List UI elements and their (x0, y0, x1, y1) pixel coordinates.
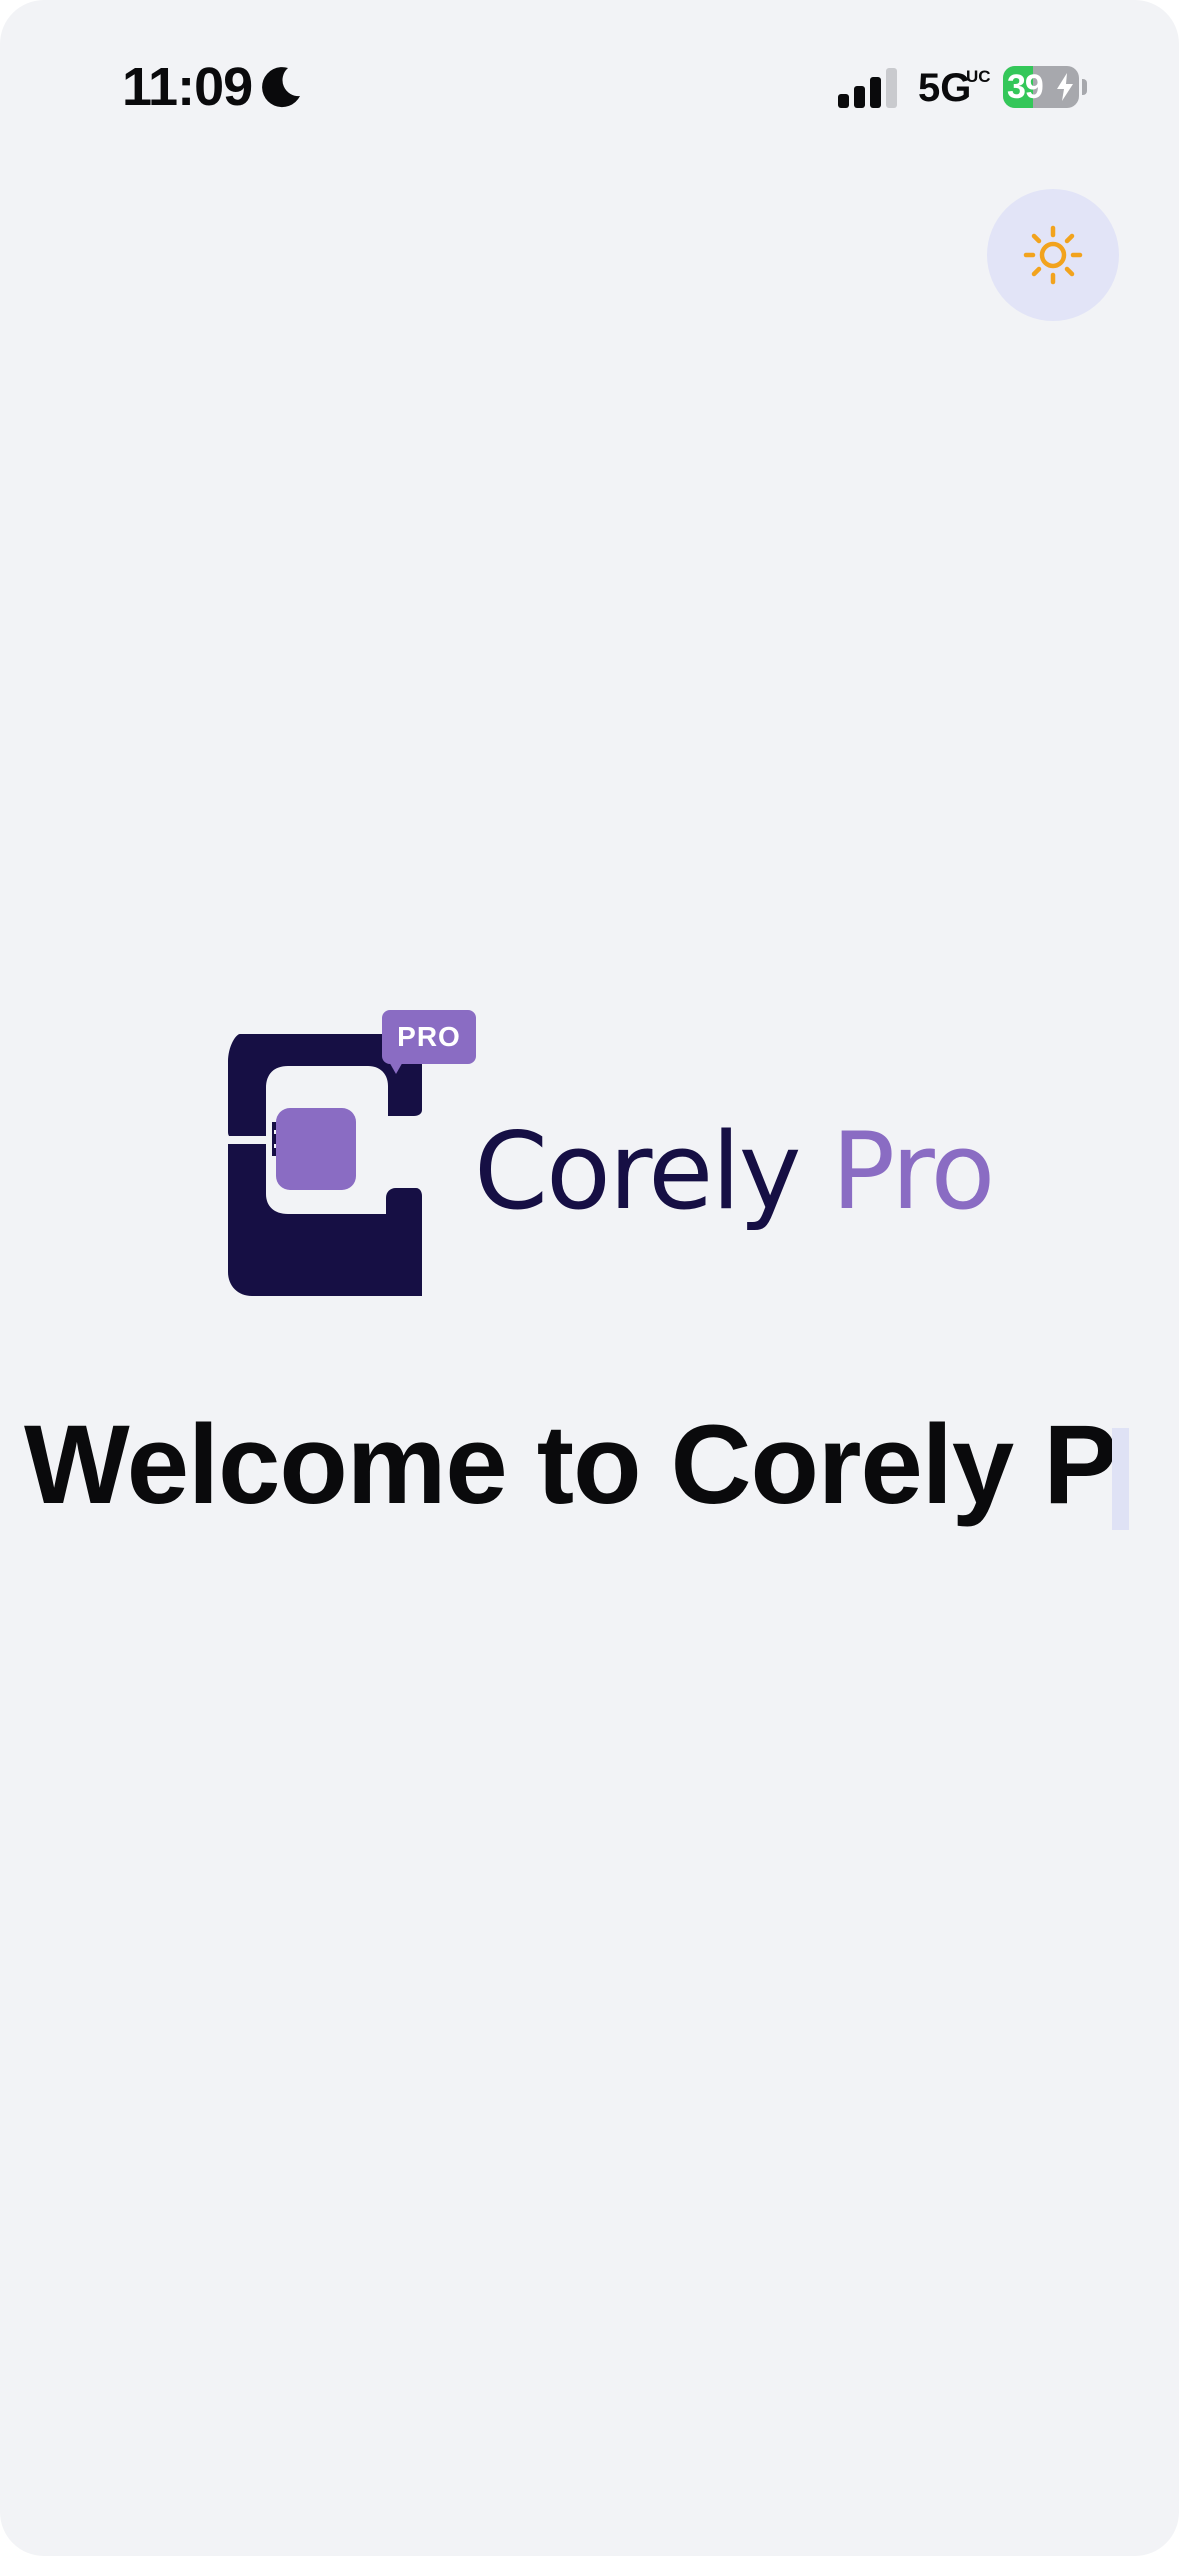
bolt-icon (1057, 73, 1073, 101)
sun-icon (1023, 225, 1083, 285)
pro-badge: PRO (382, 1010, 476, 1064)
signal-bar-1 (838, 94, 849, 108)
brand-name-primary: Corely (474, 1110, 802, 1233)
battery-percent: 39 (1007, 68, 1044, 106)
battery-indicator: 39 (1003, 66, 1079, 108)
status-bar: 11:09 5G UC 39 (0, 0, 1179, 180)
corely-pro-logo: PRO Corely Pro (184, 1010, 1004, 1310)
battery-cap (1082, 79, 1087, 95)
typing-caret (1112, 1428, 1129, 1530)
pro-badge-tail (388, 1060, 404, 1074)
moon-icon (262, 67, 300, 108)
brand-name-accent: Pro (831, 1110, 995, 1233)
welcome-heading: Welcome to Corely P (24, 1402, 1118, 1527)
network-type: 5G (918, 66, 972, 110)
signal-bar-3 (870, 77, 881, 108)
welcome-heading-container: Welcome to Corely P (24, 1395, 1123, 1545)
app-screen: 11:09 5G UC 39 PRO Corely Pro Welcome to… (0, 0, 1179, 2556)
cellular-signal-icon (838, 68, 897, 108)
pro-badge-label: PRO (397, 1021, 461, 1052)
logo-wordmark: Corely Pro (474, 1110, 995, 1233)
signal-bar-2 (854, 86, 865, 108)
status-time: 11:09 (122, 57, 253, 117)
signal-bar-4 (886, 68, 897, 108)
network-variant: UC (966, 67, 991, 86)
theme-toggle-button[interactable] (987, 189, 1119, 321)
